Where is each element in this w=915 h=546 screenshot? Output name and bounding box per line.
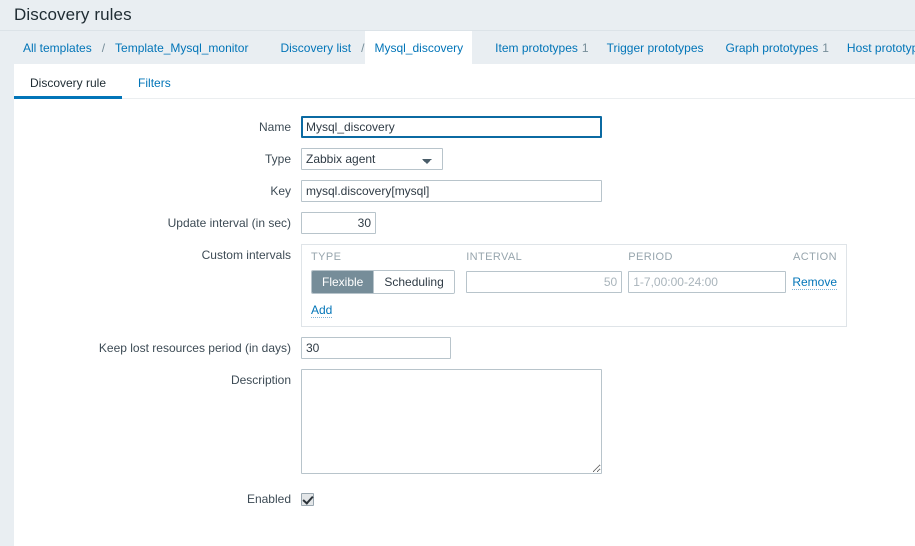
name-input[interactable] bbox=[301, 116, 602, 138]
interval-type-cell: Flexible Scheduling bbox=[311, 270, 466, 294]
nav-item-item-prototypes-label: Item prototypes bbox=[495, 40, 578, 55]
nav-item-host-prototypes-label: Host prototypes bbox=[846, 40, 915, 55]
tab-filters[interactable]: Filters bbox=[122, 77, 187, 98]
custom-intervals-header-row: TYPE INTERVAL PERIOD ACTION bbox=[311, 251, 837, 270]
interval-input[interactable] bbox=[466, 271, 623, 293]
breadcrumb-nav-bar: All templates / Template_Mysql_monitor D… bbox=[0, 30, 915, 64]
nav-item-graph-prototypes-count: 1 bbox=[822, 40, 829, 55]
key-input[interactable] bbox=[301, 180, 602, 202]
add-interval-row: Add bbox=[311, 294, 837, 318]
page-body: Discovery rule Filters Name Type Zabbix … bbox=[0, 64, 915, 546]
period-value-cell bbox=[628, 270, 792, 294]
custom-intervals-field-wrap: TYPE INTERVAL PERIOD ACTION Flexible Sch… bbox=[301, 244, 915, 327]
tab-bar: Discovery rule Filters bbox=[14, 64, 915, 99]
key-label: Key bbox=[270, 184, 291, 198]
keep-lost-input[interactable] bbox=[301, 337, 451, 359]
type-field-wrap: Zabbix agent bbox=[301, 148, 915, 170]
enabled-label: Enabled bbox=[246, 492, 291, 506]
column-header-type: TYPE bbox=[311, 251, 342, 263]
remove-interval-link[interactable]: Remove bbox=[792, 275, 837, 290]
form-row-key: Key bbox=[14, 180, 915, 202]
nav-item-item-prototypes[interactable]: Item prototypes 1 bbox=[486, 31, 597, 64]
enabled-checkbox[interactable] bbox=[301, 492, 314, 506]
form-row-update-interval: Update interval (in sec) bbox=[14, 212, 915, 234]
custom-intervals-table: TYPE INTERVAL PERIOD ACTION Flexible Sch… bbox=[311, 251, 837, 318]
nav-spacer bbox=[472, 31, 486, 64]
type-select[interactable]: Zabbix agent bbox=[301, 148, 443, 170]
column-header-period: PERIOD bbox=[628, 251, 673, 263]
nav-item-graph-prototypes[interactable]: Graph prototypes 1 bbox=[717, 31, 838, 64]
nav-item-host-prototypes[interactable]: Host prototypes bbox=[838, 31, 915, 64]
update-interval-label: Update interval (in sec) bbox=[167, 216, 291, 230]
breadcrumb-item-discovery-list[interactable]: Discovery list bbox=[271, 31, 360, 64]
description-textarea[interactable] bbox=[301, 369, 602, 474]
key-field-wrap bbox=[301, 180, 915, 202]
page-header: Discovery rules bbox=[0, 0, 915, 30]
discovery-rule-form: Name Type Zabbix agent Key bbox=[14, 99, 915, 510]
breadcrumb-item-mysql-discovery-current[interactable]: Mysql_discovery bbox=[365, 31, 473, 64]
description-field-wrap bbox=[301, 369, 915, 477]
name-label: Name bbox=[258, 120, 291, 134]
tab-discovery-rule[interactable]: Discovery rule bbox=[14, 77, 123, 99]
keep-lost-label: Keep lost resources period (in days) bbox=[98, 341, 291, 355]
add-interval-link[interactable]: Add bbox=[311, 303, 333, 318]
update-interval-field-wrap bbox=[301, 212, 915, 234]
page-title: Discovery rules bbox=[14, 5, 132, 24]
table-row: Flexible Scheduling 50 1-7,00:00-24:00 R… bbox=[311, 270, 837, 294]
nav-item-item-prototypes-count: 1 bbox=[581, 40, 589, 55]
form-row-enabled: Enabled bbox=[14, 488, 915, 510]
keep-lost-field-wrap bbox=[301, 337, 915, 359]
period-input[interactable] bbox=[628, 271, 787, 293]
type-label: Type bbox=[264, 152, 291, 166]
breadcrumb-item-template-mysql-monitor[interactable]: Template_Mysql_monitor bbox=[106, 31, 257, 64]
interval-type-toggle-group: Flexible Scheduling bbox=[311, 270, 455, 294]
custom-intervals-head: TYPE INTERVAL PERIOD ACTION bbox=[311, 251, 837, 270]
description-label: Description bbox=[230, 373, 291, 387]
enabled-field-wrap bbox=[301, 488, 915, 510]
form-row-description: Description bbox=[14, 369, 915, 477]
breadcrumb-item-all-templates[interactable]: All templates bbox=[14, 31, 101, 64]
left-gutter bbox=[0, 64, 14, 546]
breadcrumb-spacer bbox=[257, 31, 271, 64]
toggle-scheduling[interactable]: Scheduling bbox=[373, 271, 454, 293]
nav-item-graph-prototypes-label: Graph prototypes bbox=[725, 40, 819, 55]
breadcrumb: All templates / Template_Mysql_monitor D… bbox=[14, 31, 915, 64]
enabled-checkbox-wrap bbox=[301, 488, 314, 510]
update-interval-input[interactable] bbox=[301, 212, 376, 234]
nav-item-trigger-prototypes-label: Trigger prototypes bbox=[606, 40, 704, 55]
custom-intervals-label: Custom intervals bbox=[201, 248, 291, 262]
column-header-interval: INTERVAL bbox=[466, 251, 523, 263]
form-row-type: Type Zabbix agent bbox=[14, 148, 915, 170]
custom-intervals-box: TYPE INTERVAL PERIOD ACTION Flexible Sch… bbox=[301, 244, 847, 327]
custom-intervals-body: Flexible Scheduling 50 1-7,00:00-24:00 R… bbox=[311, 270, 837, 318]
nav-item-trigger-prototypes[interactable]: Trigger prototypes bbox=[598, 31, 717, 64]
content-area: Discovery rule Filters Name Type Zabbix … bbox=[14, 64, 915, 546]
form-row-custom-intervals: Custom intervals TYPE INTERVAL PERIOD AC… bbox=[14, 244, 915, 327]
toggle-flexible[interactable]: Flexible bbox=[312, 271, 374, 293]
name-field-wrap bbox=[301, 116, 915, 138]
column-header-action: ACTION bbox=[793, 251, 837, 263]
add-interval-cell: Add bbox=[311, 294, 837, 318]
interval-value-cell bbox=[466, 270, 628, 294]
form-row-keep-lost-resources: Keep lost resources period (in days) bbox=[14, 337, 915, 359]
form-row-name: Name bbox=[14, 116, 915, 138]
interval-action-cell: Remove bbox=[792, 270, 837, 294]
